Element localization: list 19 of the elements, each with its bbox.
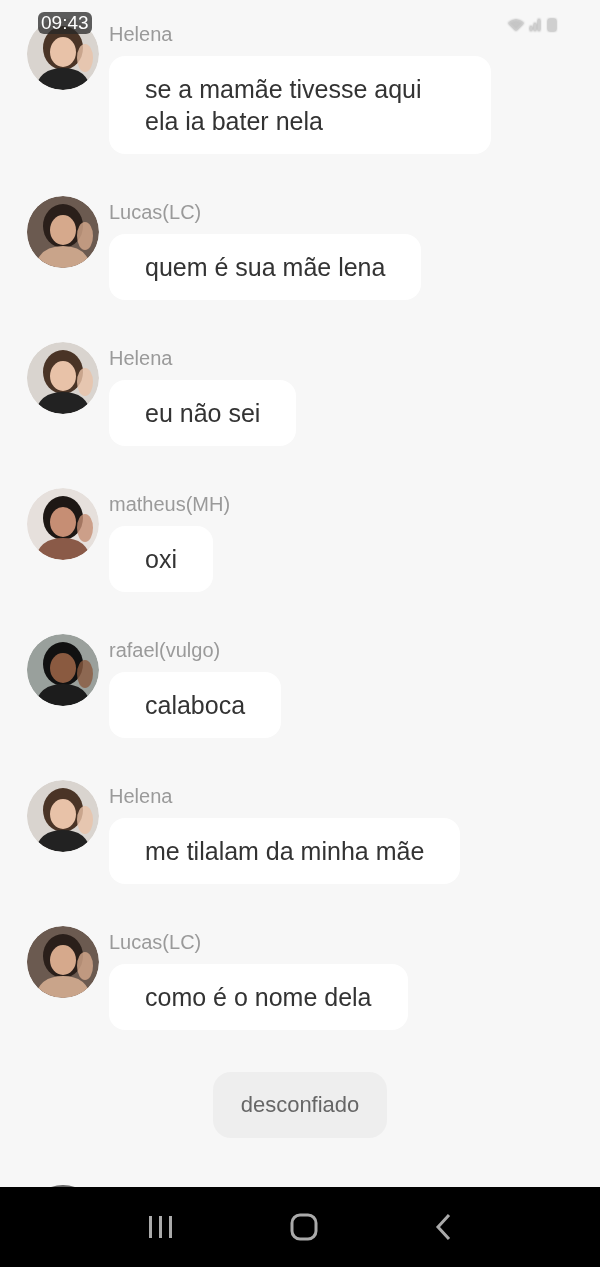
message-bubble: calaboca <box>109 672 282 738</box>
status-time: 09:43 <box>38 12 92 34</box>
recent-apps-icon[interactable] <box>148 1215 174 1239</box>
message-bubble: me tilalam da minha mãe <box>109 818 461 884</box>
message-bubble: quem é sua mãe lena <box>109 234 422 300</box>
sender-name: Lucas(LC) <box>109 930 202 954</box>
system-notice: desconfiado <box>212 1072 388 1138</box>
sender-name: Lucas(LC) <box>109 200 202 224</box>
sender-name: rafael(vulgo) <box>109 638 221 662</box>
message-bubble: se a mamãe tivesse aqui ela ia bater nela <box>109 56 491 154</box>
home-icon[interactable] <box>290 1213 318 1241</box>
message-bubble: oxi <box>109 526 213 592</box>
message-bubble: eu não sei <box>109 380 297 446</box>
sender-name: Helena <box>109 22 173 46</box>
sender-name: Helena <box>109 784 173 808</box>
back-icon[interactable] <box>434 1213 452 1241</box>
sender-name: matheus(MH) <box>109 492 231 516</box>
message-bubble: como é o nome dela <box>109 964 408 1030</box>
sender-name: Helena <box>109 346 173 370</box>
